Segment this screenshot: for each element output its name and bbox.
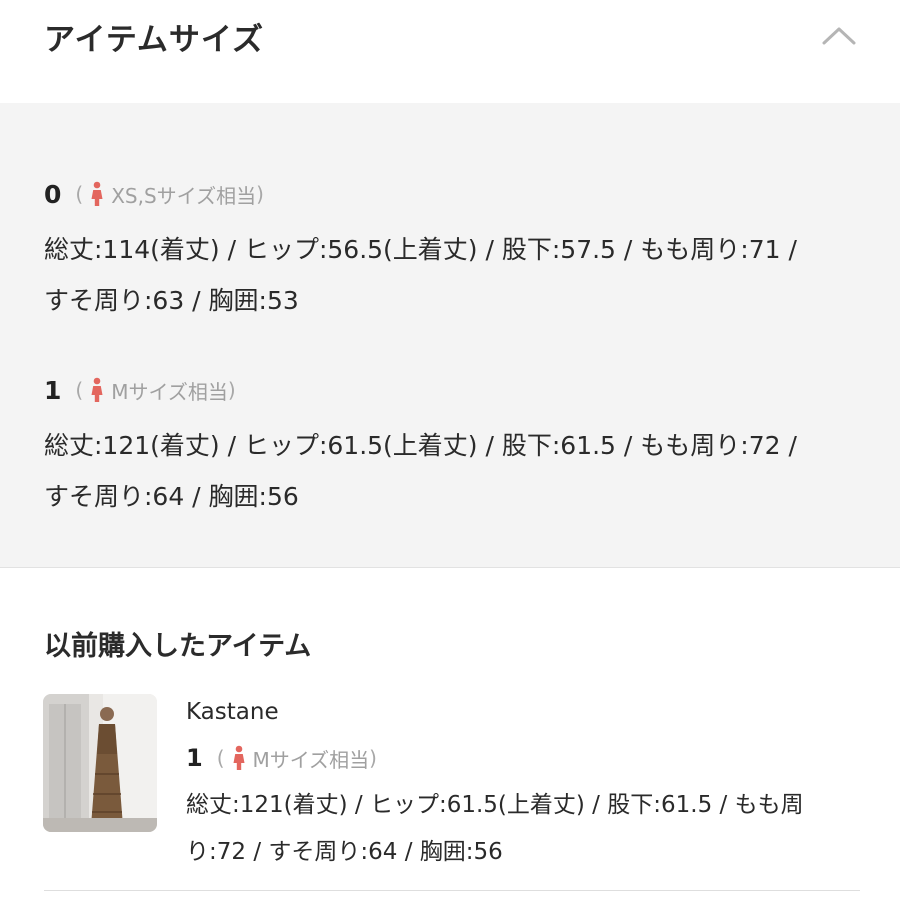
divider [44,890,860,891]
size-heading: 0 ( XS,Sサイズ相当 ) [44,178,844,210]
paren-open: ( [75,182,84,206]
section-title: アイテムサイズ [44,22,264,58]
size-number: 1 [186,744,203,772]
paren-close: ) [369,746,377,770]
chevron-up-icon[interactable] [821,24,857,46]
size-heading: 1 ( Mサイズ相当 ) [186,738,866,778]
brand-name: Kastane [186,699,279,725]
female-person-icon [91,377,103,402]
size-measurements: 総丈:121(着丈) / ヒップ:61.5(上着丈) / 股下:61.5 / も… [186,792,804,865]
previous-item-info: Kastane 1 ( Mサイズ相当 ) 総丈:121(着丈) / ヒップ:61… [186,694,866,876]
item-size-header[interactable]: アイテムサイズ [0,0,900,103]
female-person-icon [233,745,245,770]
paren-open: ( [216,746,225,770]
previous-purchase-title: 以前購入したアイテム [44,631,312,662]
previous-purchase-section: 以前購入したアイテム Kastane 1 ( Mサイズ相当 ) 総丈:121(着… [0,568,900,900]
size-entry: 0 ( XS,Sサイズ相当 ) 総丈:114(着丈) / ヒップ:56.5(上着… [44,178,844,326]
paren-close: ) [256,182,264,206]
size-measurements: 総丈:121(着丈) / ヒップ:61.5(上着丈) / 股下:61.5 / も… [44,431,797,511]
size-number: 0 [44,179,62,209]
product-thumbnail[interactable] [43,694,157,832]
size-heading: 1 ( Mサイズ相当 ) [44,374,844,406]
size-panel: 0 ( XS,Sサイズ相当 ) 総丈:114(着丈) / ヒップ:56.5(上着… [0,103,900,568]
paren-open: ( [75,378,84,402]
size-entry: 1 ( Mサイズ相当 ) 総丈:121(着丈) / ヒップ:61.5(上着丈) … [44,374,844,522]
size-equivalent: XS,Sサイズ相当 [111,183,257,208]
size-equivalent: Mサイズ相当 [252,747,370,772]
female-person-icon [91,181,103,206]
size-equivalent: Mサイズ相当 [111,379,228,404]
paren-close: ) [227,378,236,402]
size-number: 1 [44,375,62,405]
size-measurements: 総丈:114(着丈) / ヒップ:56.5(上着丈) / 股下:57.5 / も… [44,235,797,315]
